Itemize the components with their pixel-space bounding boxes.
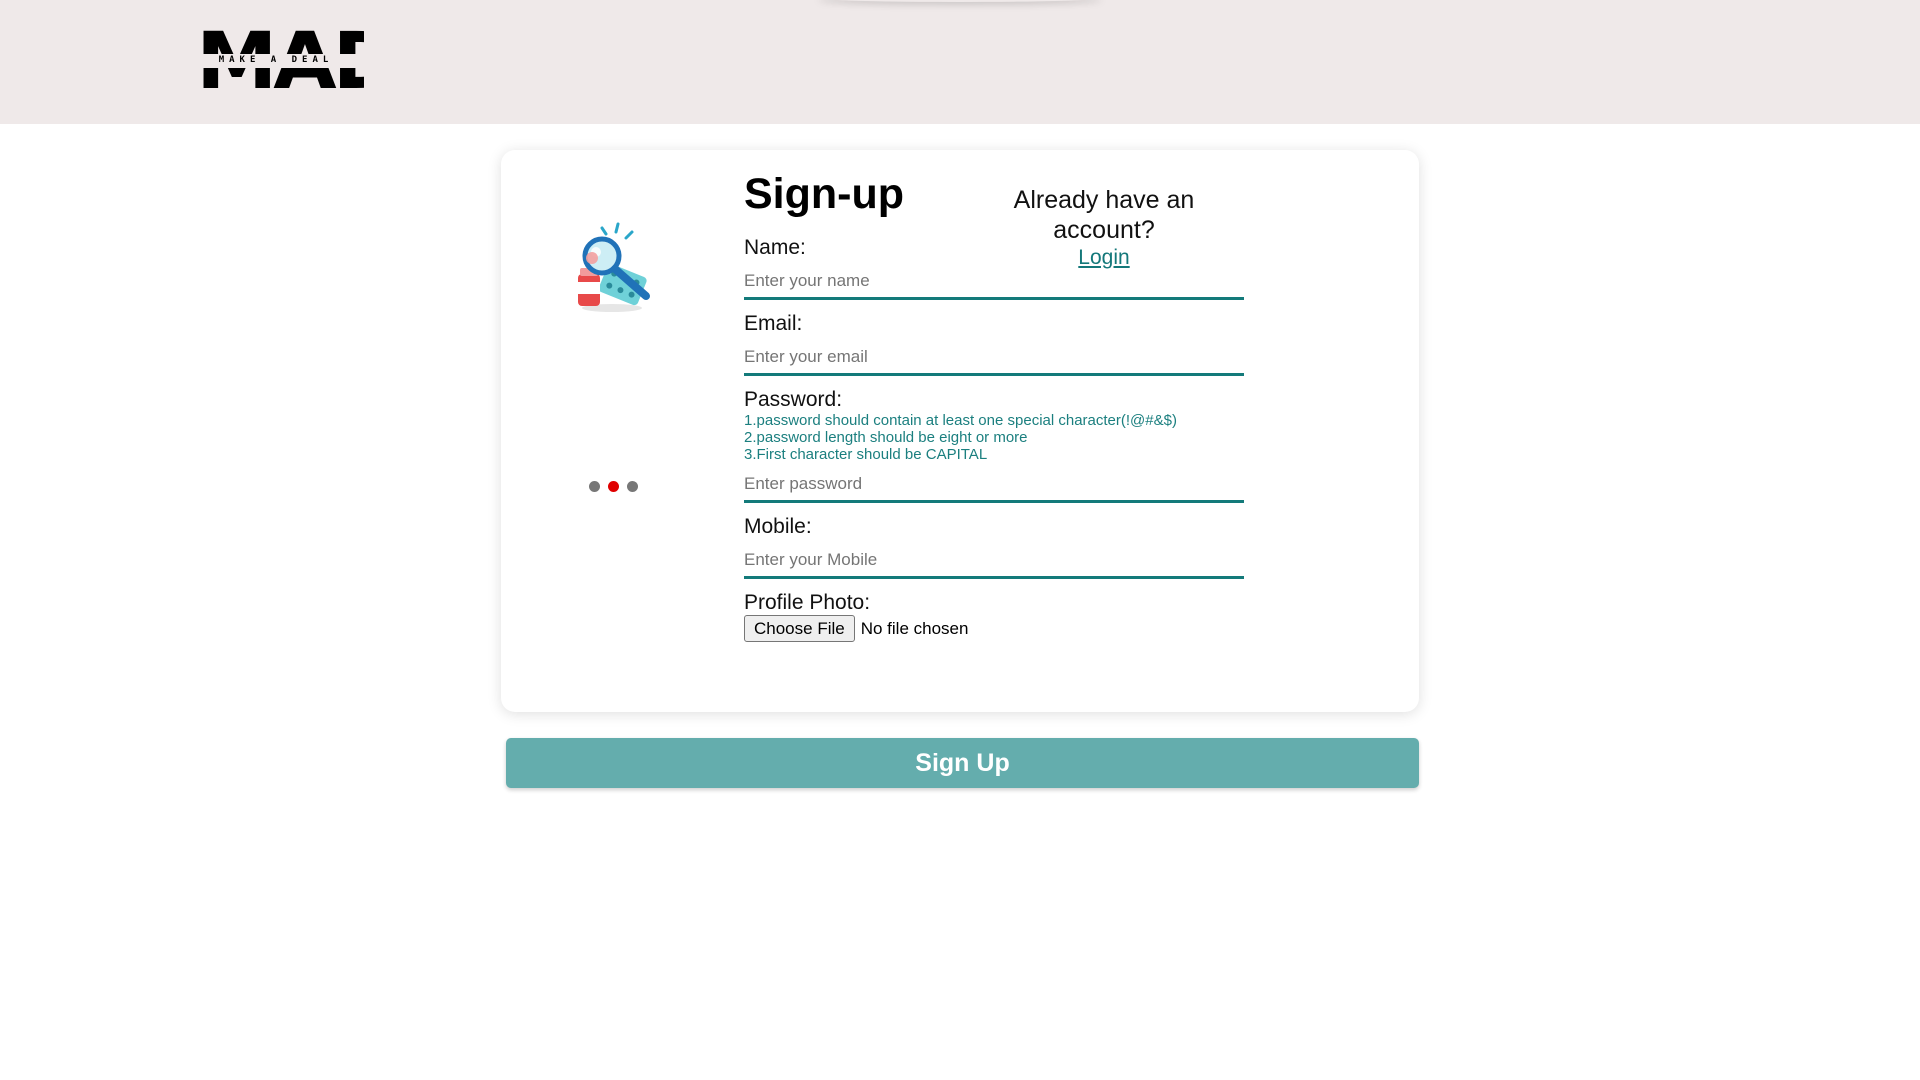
login-prompt: Already have an account? Login (960, 185, 1248, 271)
name-label: Name: (744, 236, 806, 259)
choose-file-button[interactable]: Choose File (744, 615, 855, 642)
mobile-label: Mobile: (744, 515, 812, 538)
password-rule-1: 1.password should contain at least one s… (744, 412, 1177, 429)
carousel-dot-3[interactable] (627, 481, 638, 492)
header-shadow (818, 0, 1102, 2)
password-input[interactable] (744, 467, 1244, 503)
mobile-input[interactable] (744, 543, 1244, 579)
profile-photo-label: Profile Photo: (744, 591, 871, 614)
carousel-dot-2-active[interactable] (608, 481, 619, 492)
password-label: Password: (744, 388, 843, 411)
already-account-text: Already have an account? (1013, 186, 1195, 244)
page-title: Sign-up (744, 170, 905, 218)
mad-logo[interactable]: MAD MAKE A DEAL (196, 26, 364, 98)
email-label: Email: (744, 312, 803, 335)
email-input[interactable] (744, 340, 1244, 376)
password-rule-3: 3.First character should be CAPITAL (744, 446, 988, 463)
logo-tagline: MAKE A DEAL (218, 55, 334, 65)
magnifier-pills-icon (578, 222, 650, 312)
profile-photo-file-input: Choose File No file chosen (744, 615, 968, 642)
top-header: MAD MAKE A DEAL (0, 0, 1920, 124)
carousel-dot-1[interactable] (589, 481, 600, 492)
password-rule-2: 2.password length should be eight or mor… (744, 429, 1028, 446)
file-status: No file chosen (860, 618, 969, 638)
signup-submit-button[interactable]: Sign Up (506, 738, 1419, 788)
name-input[interactable] (744, 264, 1244, 300)
password-rules: 1.password should contain at least one s… (744, 412, 1177, 463)
carousel-dots (589, 481, 638, 492)
